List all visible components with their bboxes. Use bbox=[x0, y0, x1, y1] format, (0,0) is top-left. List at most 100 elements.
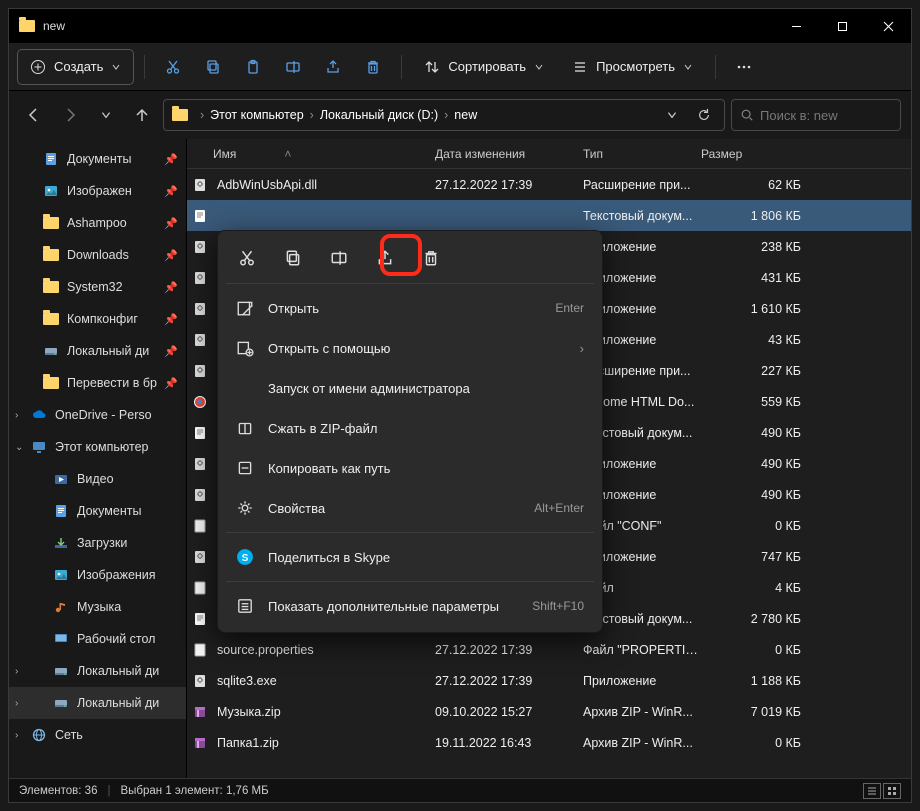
sidebar: Документы📌Изображен📌Ashampoo📌Downloads📌S… bbox=[9, 139, 187, 778]
more-button[interactable] bbox=[726, 49, 762, 85]
sidebar-item-label: Локальный ди bbox=[77, 696, 159, 710]
icons-view-button[interactable] bbox=[883, 783, 901, 799]
sidebar-item[interactable]: ›OneDrive - Perso bbox=[9, 399, 186, 431]
sidebar-item[interactable]: ›Сеть bbox=[9, 719, 186, 751]
sidebar-item[interactable]: Видео bbox=[9, 463, 186, 495]
ctx-open-with[interactable]: Открыть с помощью › bbox=[224, 328, 596, 368]
file-name: sqlite3.exe bbox=[217, 674, 435, 688]
view-button[interactable]: Просмотреть bbox=[560, 49, 705, 85]
sidebar-item[interactable]: Ashampoo📌 bbox=[9, 207, 186, 239]
sidebar-item[interactable]: Изображен📌 bbox=[9, 175, 186, 207]
expand-icon[interactable]: › bbox=[15, 666, 18, 677]
file-size: 1 610 КБ bbox=[701, 302, 911, 316]
close-button[interactable] bbox=[865, 9, 911, 43]
crumb-drive[interactable]: Локальный диск (D:) bbox=[320, 108, 438, 122]
sidebar-item-label: Локальный ди bbox=[77, 664, 159, 678]
expand-icon[interactable]: ⌄ bbox=[15, 442, 23, 453]
sidebar-item[interactable]: Локальный ди📌 bbox=[9, 335, 186, 367]
history-dropdown-button[interactable] bbox=[91, 100, 121, 130]
search-input[interactable]: Поиск в: new bbox=[731, 99, 901, 131]
minimize-button[interactable] bbox=[773, 9, 819, 43]
sidebar-item[interactable]: Изображения bbox=[9, 559, 186, 591]
crumb-folder[interactable]: new bbox=[454, 108, 477, 122]
address-dropdown-button[interactable] bbox=[658, 101, 686, 129]
ctx-rename-button[interactable] bbox=[322, 241, 356, 275]
file-size: 238 КБ bbox=[701, 240, 911, 254]
table-row[interactable]: Музыка.zip 09.10.2022 15:27 Архив ZIP - … bbox=[187, 696, 911, 727]
table-row[interactable]: AdbWinUsbApi.dll 27.12.2022 17:39 Расшир… bbox=[187, 169, 911, 200]
sidebar-item-label: Видео bbox=[77, 472, 114, 486]
create-button[interactable]: Создать bbox=[17, 49, 134, 85]
sidebar-item[interactable]: Музыка bbox=[9, 591, 186, 623]
sidebar-item-label: Документы bbox=[77, 504, 141, 518]
ctx-cut-button[interactable] bbox=[230, 241, 264, 275]
sidebar-item[interactable]: Downloads📌 bbox=[9, 239, 186, 271]
table-row[interactable]: source.properties 27.12.2022 17:39 Файл … bbox=[187, 634, 911, 665]
file-size: 227 КБ bbox=[701, 364, 911, 378]
file-date: 27.12.2022 17:39 bbox=[435, 674, 583, 688]
sidebar-item-label: Музыка bbox=[77, 600, 121, 614]
expand-icon[interactable]: › bbox=[15, 410, 18, 421]
sidebar-item[interactable]: Документы📌 bbox=[9, 143, 186, 175]
ctx-zip[interactable]: Сжать в ZIP-файл bbox=[224, 408, 596, 448]
sidebar-item[interactable]: Документы bbox=[9, 495, 186, 527]
up-button[interactable] bbox=[127, 100, 157, 130]
ctx-open[interactable]: Открыть Enter bbox=[224, 288, 596, 328]
pin-icon: 📌 bbox=[164, 377, 178, 390]
maximize-button[interactable] bbox=[819, 9, 865, 43]
sidebar-item[interactable]: Компконфиг📌 bbox=[9, 303, 186, 335]
ctx-copy-path[interactable]: Копировать как путь bbox=[224, 448, 596, 488]
window-title: new bbox=[43, 19, 773, 33]
sidebar-item[interactable]: Загрузки bbox=[9, 527, 186, 559]
share-button[interactable] bbox=[315, 49, 351, 85]
col-type[interactable]: Тип bbox=[583, 147, 701, 161]
sidebar-item[interactable]: › Локальный ди bbox=[9, 655, 186, 687]
ctx-more-options[interactable]: Показать дополнительные параметры Shift+… bbox=[224, 586, 596, 626]
sidebar-item[interactable]: Рабочий стол bbox=[9, 623, 186, 655]
properties-icon bbox=[236, 499, 254, 517]
ctx-run-admin[interactable]: Запуск от имени администратора bbox=[224, 368, 596, 408]
file-date: 27.12.2022 17:39 bbox=[435, 643, 583, 657]
folder-icon bbox=[172, 109, 188, 121]
ctx-copy-button[interactable] bbox=[276, 241, 310, 275]
table-row[interactable]: Папка1.zip 19.11.2022 16:43 Архив ZIP - … bbox=[187, 727, 911, 758]
forward-button[interactable] bbox=[55, 100, 85, 130]
copy-button[interactable] bbox=[195, 49, 231, 85]
sidebar-item[interactable]: System32📌 bbox=[9, 271, 186, 303]
breadcrumb[interactable]: › Этот компьютер › Локальный диск (D:) ›… bbox=[163, 99, 725, 131]
sidebar-item[interactable]: › Локальный ди bbox=[9, 687, 186, 719]
col-date[interactable]: Дата изменения bbox=[435, 147, 583, 161]
col-name[interactable]: Имя˄ bbox=[187, 147, 435, 161]
details-view-button[interactable] bbox=[863, 783, 881, 799]
separator bbox=[144, 55, 145, 79]
ctx-delete-button[interactable] bbox=[414, 241, 448, 275]
open-with-icon bbox=[236, 339, 254, 357]
rename-button[interactable] bbox=[275, 49, 311, 85]
file-size: 43 КБ bbox=[701, 333, 911, 347]
file-icon bbox=[191, 641, 209, 659]
expand-icon[interactable]: › bbox=[15, 698, 18, 709]
ctx-skype[interactable]: S Поделиться в Skype bbox=[224, 537, 596, 577]
delete-button[interactable] bbox=[355, 49, 391, 85]
sort-button[interactable]: Сортировать bbox=[412, 49, 556, 85]
file-icon bbox=[191, 672, 209, 690]
table-row[interactable]: sqlite3.exe 27.12.2022 17:39 Приложение … bbox=[187, 665, 911, 696]
expand-icon[interactable]: › bbox=[15, 730, 18, 741]
sidebar-item-label: Перевести в бр bbox=[67, 376, 157, 390]
col-size[interactable]: Размер bbox=[701, 147, 911, 161]
ctx-properties[interactable]: Свойства Alt+Enter bbox=[224, 488, 596, 528]
sidebar-item[interactable]: Перевести в бр 📌 bbox=[9, 367, 186, 399]
refresh-button[interactable] bbox=[690, 101, 718, 129]
ctx-share-button[interactable] bbox=[368, 241, 402, 275]
back-button[interactable] bbox=[19, 100, 49, 130]
svg-text:S: S bbox=[242, 553, 249, 564]
crumb-root[interactable]: Этот компьютер bbox=[210, 108, 303, 122]
sidebar-item[interactable]: ⌄Этот компьютер bbox=[9, 431, 186, 463]
table-row[interactable]: Текстовый докум... 1 806 КБ bbox=[187, 200, 911, 231]
file-size: 490 КБ bbox=[701, 488, 911, 502]
file-name: AdbWinUsbApi.dll bbox=[217, 178, 435, 192]
cut-button[interactable] bbox=[155, 49, 191, 85]
paste-button[interactable] bbox=[235, 49, 271, 85]
file-size: 7 019 КБ bbox=[701, 705, 911, 719]
ctx-open-shortcut: Enter bbox=[555, 301, 584, 315]
